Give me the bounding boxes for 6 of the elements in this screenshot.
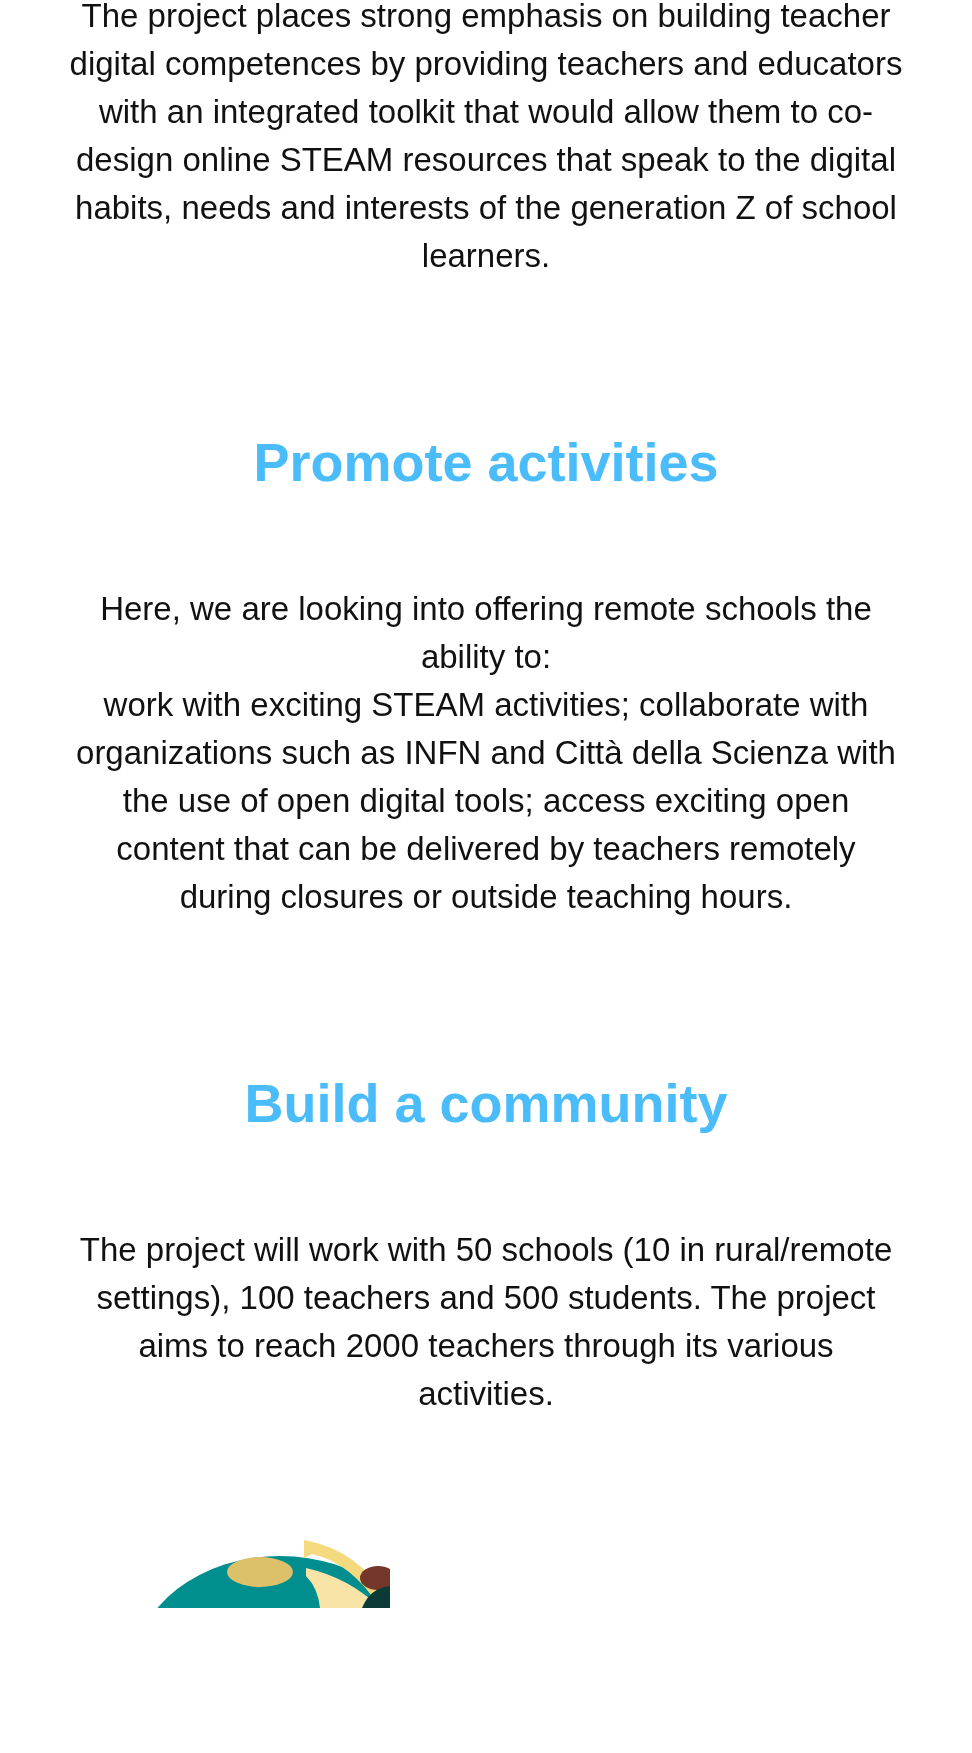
section-heading: Build a community (244, 1071, 728, 1135)
paragraph: The project will work with 50 schools (10 in rural/remote settings), 100 teachers and 500 students. The project aims to reach 2000 teachers through its various activities. (78, 1229, 894, 1414)
paragraph: The project places strong emphasis on building teacher digital competences by providing teachers and educators with an integrated toolkit that would allow them to co-design online STEAM resources that speak to the digital habits, needs and interests of the generation Z of school learners. (68, 0, 904, 276)
section-heading: Promote activities (253, 431, 719, 494)
paragraph: Here, we are looking into offering remote schools the ability to: (99, 588, 873, 677)
paragraph: work with exciting STEAM activities; collaborate with organizations such as INFN and Città della Scienza with the use of open digital tools; access exciting open content that can be delivered by teachers remotely during closures or outside teaching hours. (75, 684, 897, 917)
